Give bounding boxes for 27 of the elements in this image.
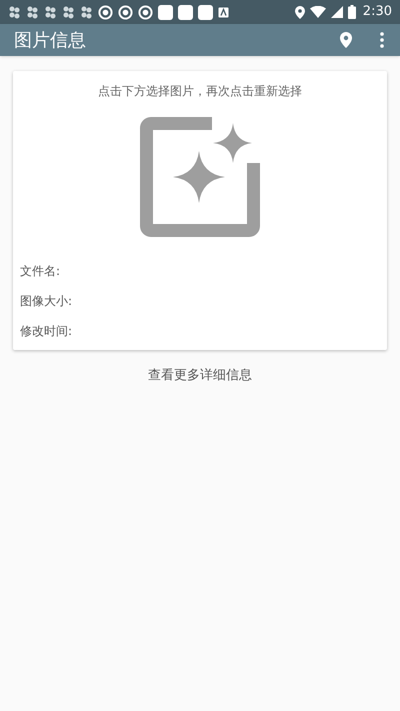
- notification-icon: [198, 4, 213, 20]
- notification-icon: [44, 6, 57, 18]
- notification-icon: [80, 6, 93, 18]
- field-label: 修改时间:: [20, 323, 74, 340]
- signal-icon: [330, 6, 343, 18]
- notification-icon: [178, 4, 193, 20]
- notification-icon: [158, 4, 173, 20]
- image-picker[interactable]: [139, 116, 261, 238]
- notification-icon: [138, 4, 153, 20]
- location-icon: [340, 32, 352, 48]
- field-label: 文件名:: [20, 263, 62, 280]
- notification-icon: [98, 4, 113, 20]
- notification-icon: [118, 4, 133, 20]
- notification-icon: [62, 6, 75, 18]
- hint-text: 点击下方选择图片，再次点击重新选择: [97, 83, 303, 100]
- app-title: 图片信息: [14, 28, 87, 52]
- location-icon: [294, 6, 305, 18]
- wifi-icon: [310, 6, 326, 18]
- notification-icon: [218, 6, 229, 18]
- more-details-link[interactable]: 查看更多详细信息: [148, 366, 252, 386]
- field-label: 图像大小:: [20, 293, 74, 310]
- more-icon: [380, 32, 384, 48]
- notification-icon: [26, 6, 39, 18]
- notification-icon: [8, 6, 21, 18]
- clock-time: 2:30: [362, 3, 392, 22]
- battery-icon: [348, 5, 356, 19]
- image-placeholder-icon: [139, 116, 261, 238]
